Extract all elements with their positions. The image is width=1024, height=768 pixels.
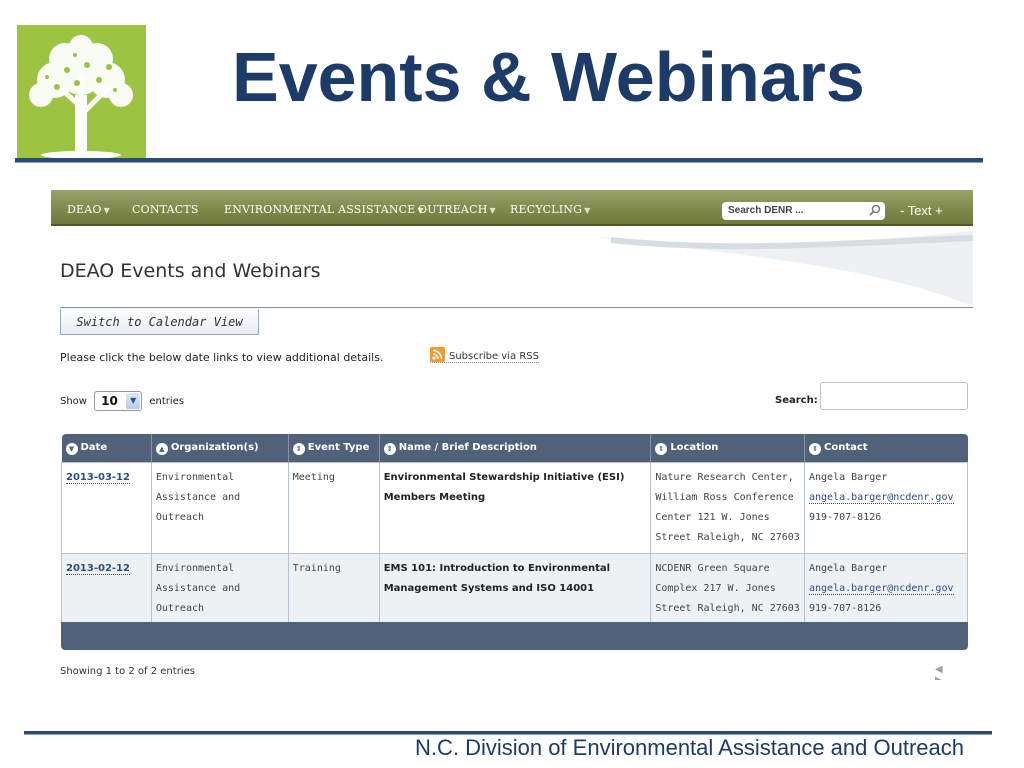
entries-length-control: Show 10 ▼ entries [60, 391, 184, 411]
text-size-control[interactable]: - Text + [900, 203, 943, 218]
nav-item-deao[interactable]: DEAO ▼ [67, 203, 110, 216]
table-search-input[interactable] [820, 382, 968, 410]
embedded-webpage: DEAO ▼ CONTACTS ENVIRONMENTAL ASSISTANCE ▼… [51, 190, 973, 680]
date-cell[interactable]: 2013-02-12 [61, 553, 152, 625]
contact-cell: Angela Barger angela.barger@ncdenr.gov 9… [804, 553, 968, 625]
sort-desc-icon: ▼ [65, 442, 78, 455]
site-search-input[interactable]: Search DENR ... [722, 202, 885, 220]
column-header-location[interactable]: ⇕ Location [650, 434, 805, 463]
column-label: Name / Brief Description [398, 441, 537, 453]
nav-item-contacts[interactable]: CONTACTS [132, 203, 199, 216]
dropdown-arrow-icon: ▼ [489, 206, 496, 215]
location-cell: NCDENR Green Square Complex 217 W. Jones… [650, 553, 805, 625]
footer-text: N.C. Division of Environmental Assistanc… [414, 735, 964, 760]
date-link[interactable]: 2013-03-12 [66, 472, 130, 484]
date-cell[interactable]: 2013-03-12 [61, 462, 152, 554]
event-type-cell: Meeting [287, 462, 380, 554]
title-divider [15, 158, 983, 163]
column-header-organization[interactable]: ▲ Organization(s) [151, 434, 289, 463]
table-header-row: ▼ Date ▲ Organization(s) ⇕ Event Type ⇕ Name… [61, 434, 968, 463]
nav-item-label: ENVIRONMENTAL ASSISTANCE [224, 203, 416, 216]
chevron-down-icon: ▼ [126, 393, 141, 409]
entries-label: entries [149, 396, 185, 407]
contact-name: Angela Barger [809, 563, 888, 574]
column-label: Location [670, 441, 719, 453]
location-cell: Nature Research Center, William Ross Con… [650, 462, 805, 554]
contact-phone: 919-707-8126 [809, 512, 882, 523]
entries-value: 10 [101, 394, 118, 408]
dropdown-arrow-icon: ▼ [103, 206, 110, 215]
column-header-event-type[interactable]: ⇕ Event Type [288, 434, 380, 463]
dropdown-arrow-icon: ▼ [584, 206, 591, 215]
sort-both-icon: ⇕ [655, 442, 668, 455]
rss-label: Subscribe via RSS [449, 351, 539, 362]
table-row: 2013-02-12 Environmental Assistance and … [61, 553, 968, 625]
contact-email-link[interactable]: angela.barger@ncdenr.gov [809, 492, 954, 504]
column-header-contact[interactable]: ⇕ Contact [804, 434, 968, 463]
tree-logo [17, 25, 146, 159]
sort-both-icon: ⇕ [809, 442, 821, 455]
table-search-label: Search: [775, 395, 818, 406]
pagination-arrows[interactable]: ◀ ▶ [935, 664, 973, 680]
contact-email-link[interactable]: angela.barger@ncdenr.gov [809, 583, 954, 595]
magnifier-icon[interactable] [869, 204, 881, 216]
contact-name: Angela Barger [809, 472, 888, 483]
search-placeholder: Search DENR ... [728, 205, 804, 216]
organization-cell: Environmental Assistance and Outreach [150, 462, 289, 554]
switch-to-calendar-button[interactable]: Switch to Calendar View [60, 309, 259, 335]
sort-asc-icon: ▲ [155, 442, 168, 455]
sort-both-icon: ⇕ [292, 442, 305, 455]
organization-cell: Environmental Assistance and Outreach [150, 553, 289, 625]
table-footer-bar [61, 622, 968, 650]
event-name-cell: EMS 101: Introduction to Environmental M… [378, 553, 652, 625]
contact-cell: Angela Barger angela.barger@ncdenr.gov 9… [804, 462, 968, 554]
column-label: Contact [824, 441, 868, 453]
nav-item-environmental-assistance[interactable]: ENVIRONMENTAL ASSISTANCE ▼ [224, 203, 424, 216]
slide-title: Events & Webinars [232, 38, 865, 116]
events-table: ▼ Date ▲ Organization(s) ⇕ Event Type ⇕ Name… [61, 434, 968, 625]
sort-both-icon: ⇕ [383, 442, 396, 455]
nav-item-label: OUTREACH [418, 203, 488, 216]
column-header-name[interactable]: ⇕ Name / Brief Description [379, 434, 652, 463]
rss-icon [430, 347, 445, 362]
intro-text: Please click the below date links to vie… [60, 351, 384, 364]
show-label: Show [60, 396, 87, 407]
column-label: Date [80, 441, 108, 453]
nav-item-recycling[interactable]: RECYCLING ▼ [510, 203, 590, 216]
top-nav-bar: DEAO ▼ CONTACTS ENVIRONMENTAL ASSISTANCE ▼… [51, 190, 973, 226]
table-row: 2013-03-12 Environmental Assistance and … [61, 462, 968, 554]
nav-item-outreach[interactable]: OUTREACH ▼ [418, 203, 496, 216]
subscribe-rss-link[interactable]: Subscribe via RSS [430, 347, 539, 363]
entries-select[interactable]: 10 ▼ [94, 391, 143, 411]
date-link[interactable]: 2013-02-12 [66, 563, 130, 575]
contact-phone: 919-707-8126 [809, 603, 882, 614]
nav-item-label: DEAO [67, 203, 102, 216]
column-header-date[interactable]: ▼ Date [61, 434, 152, 463]
nav-item-label: CONTACTS [132, 203, 199, 216]
nav-item-label: RECYCLING [510, 203, 583, 216]
column-label: Organization(s) [170, 441, 259, 453]
page-heading: DEAO Events and Webinars [60, 260, 321, 282]
event-type-cell: Training [287, 553, 380, 625]
column-label: Event Type [307, 441, 370, 453]
event-name-cell: Environmental Stewardship Initiative (ES… [378, 462, 652, 554]
table-info-text: Showing 1 to 2 of 2 entries [60, 666, 195, 677]
heading-divider [60, 307, 973, 308]
